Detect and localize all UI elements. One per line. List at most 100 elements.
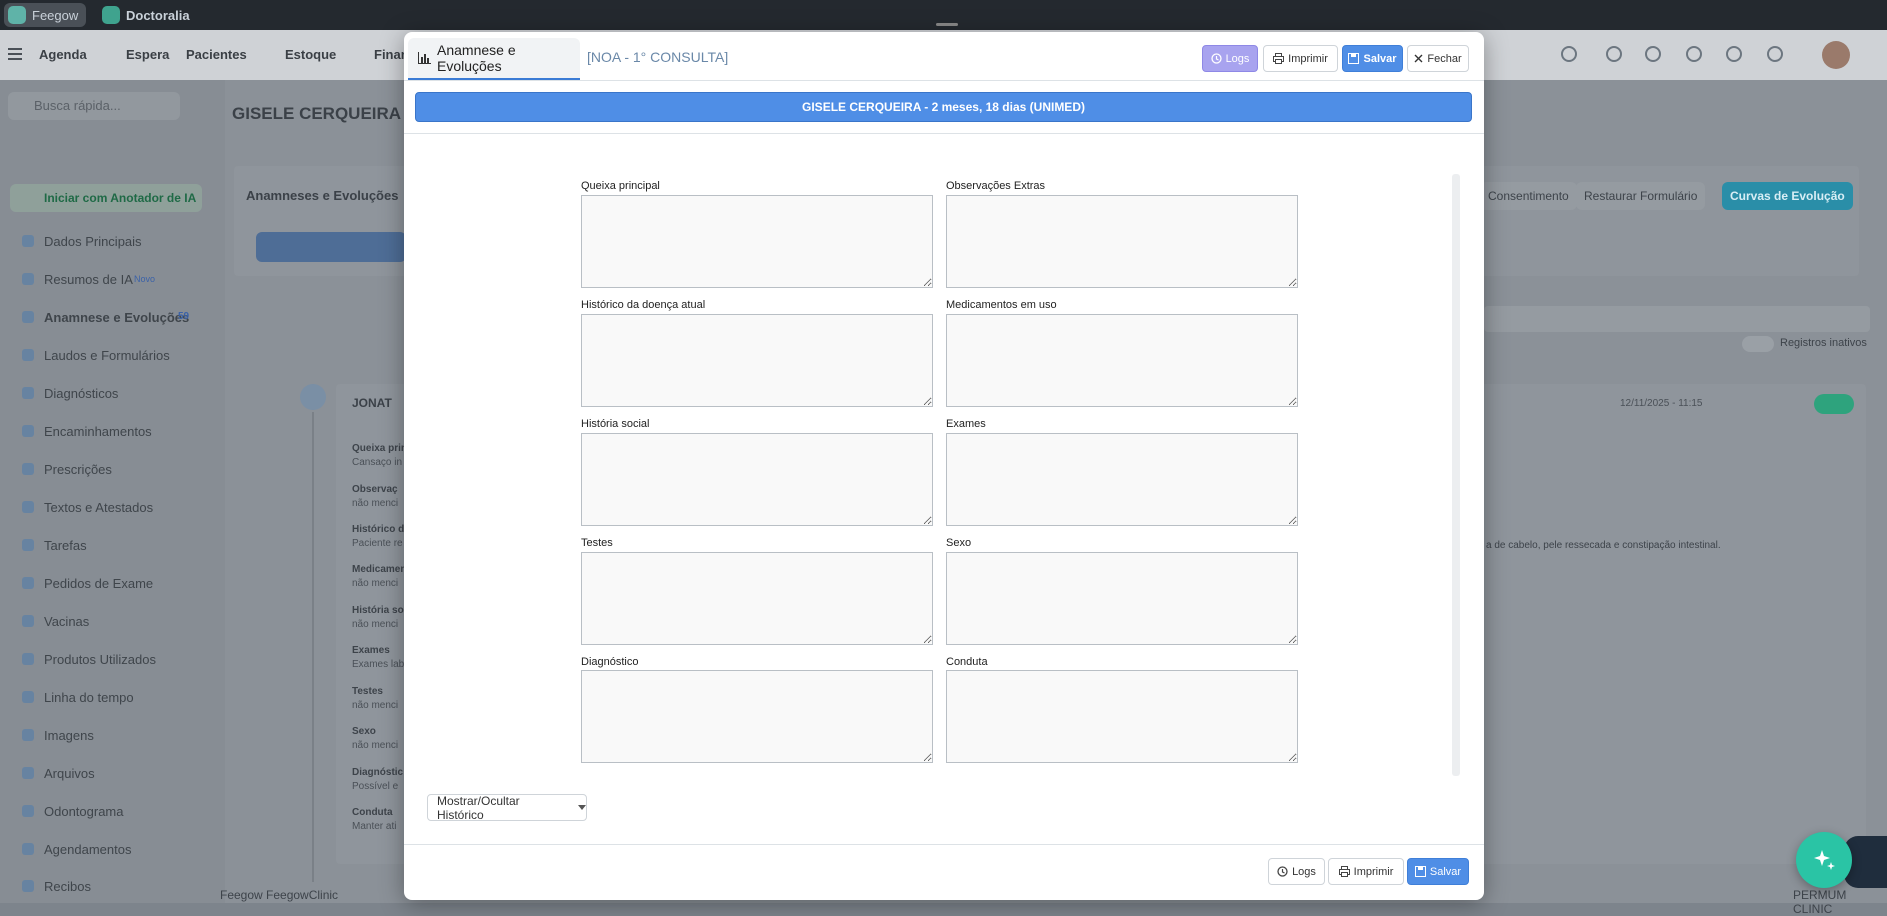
doctoralia-logo-icon	[102, 6, 120, 24]
filter-select[interactable]	[1484, 306, 1870, 332]
nav-pacientes[interactable]: Pacientes	[186, 47, 247, 62]
phone-icon[interactable]	[1561, 46, 1577, 62]
record-field-label: Diagnóstic	[352, 767, 404, 778]
user-avatar[interactable]	[1822, 41, 1850, 69]
sidebar-icon	[22, 311, 34, 323]
medicamentos-textarea[interactable]	[946, 314, 1298, 407]
bell-icon[interactable]	[1686, 46, 1702, 62]
save-button[interactable]: Salvar	[1342, 45, 1403, 72]
field-label-medicamentos: Medicamentos em uso	[946, 299, 1057, 311]
background-action-button[interactable]	[256, 232, 406, 262]
sidebar-item-encaminhamentos[interactable]: Encaminhamentos	[44, 424, 152, 439]
sidebar-item-recibos[interactable]: Recibos	[44, 879, 91, 894]
sidebar-icon	[22, 691, 34, 703]
record-field-label: Testes	[352, 686, 383, 697]
footer-save-button[interactable]: Salvar	[1407, 858, 1469, 885]
nav-estoque[interactable]: Estoque	[285, 47, 336, 62]
sidebar-item-vacinas[interactable]: Vacinas	[44, 614, 89, 629]
history-icon	[1210, 53, 1222, 64]
sidebar-item-pedidos[interactable]: Pedidos de Exame	[44, 576, 153, 591]
save-icon	[1348, 53, 1360, 64]
banner-divider	[404, 133, 1484, 134]
record-text-tail: a de cabelo, pele ressecada e constipaçã…	[1486, 540, 1721, 551]
sidebar-item-tarefas[interactable]: Tarefas	[44, 538, 87, 553]
close-icon	[1414, 54, 1423, 63]
queixa-principal-textarea[interactable]	[581, 195, 933, 288]
history-icon	[1277, 866, 1288, 877]
inactive-toggle-label: Registros inativos	[1780, 337, 1867, 349]
sidebar-icon	[22, 235, 34, 247]
consent-button[interactable]: Consentimento	[1480, 182, 1577, 210]
testes-textarea[interactable]	[581, 552, 933, 645]
record-field-value: Exames lab	[352, 659, 405, 670]
sidebar-icon	[22, 805, 34, 817]
sidebar-item-agendamentos[interactable]: Agendamentos	[44, 842, 131, 857]
observacoes-extras-textarea[interactable]	[946, 195, 1298, 288]
footer-print-button[interactable]: Imprimir	[1328, 858, 1404, 885]
sidebar-item-linha[interactable]: Linha do tempo	[44, 690, 134, 705]
evolution-curves-button[interactable]: Curvas de Evolução	[1722, 182, 1853, 210]
logs-button[interactable]: Logs	[1202, 45, 1258, 72]
timeline-line	[312, 412, 314, 882]
save-icon	[1414, 866, 1426, 877]
nav-espera[interactable]: Espera	[126, 47, 169, 62]
sidebar-item-produtos[interactable]: Produtos Utilizados	[44, 652, 156, 667]
sidebar-item-resumos[interactable]: Resumos de IA	[44, 272, 133, 287]
form-scrollbar[interactable]	[1452, 174, 1460, 776]
card-title: Anamneses e Evoluções	[246, 188, 399, 203]
sidebar-item-laudos[interactable]: Laudos e Formulários	[44, 348, 170, 363]
nav-agenda[interactable]: Agenda	[39, 47, 87, 62]
chat-icon[interactable]	[1726, 46, 1742, 62]
diagnostico-textarea[interactable]	[581, 670, 933, 763]
quick-search-input[interactable]: Busca rápida...	[8, 92, 180, 120]
sidebar-item-textos[interactable]: Textos e Atestados	[44, 500, 153, 515]
window-drag-handle[interactable]	[936, 23, 958, 26]
footer-right: PERMUM CLINIC	[1793, 888, 1847, 916]
record-field-value: Cansaço in	[352, 457, 403, 468]
close-button[interactable]: Fechar	[1407, 45, 1469, 72]
exames-textarea[interactable]	[946, 433, 1298, 526]
record-toggle[interactable]	[1814, 394, 1854, 414]
sidebar-item-arquivos[interactable]: Arquivos	[44, 766, 95, 781]
ai-assistant-fab[interactable]	[1796, 832, 1852, 888]
historico-doenca-textarea[interactable]	[581, 314, 933, 407]
sidebar-item-anamnese[interactable]: Anamnese e Evoluções	[44, 310, 189, 325]
modal-footer-divider	[404, 844, 1484, 845]
mail-icon[interactable]	[1606, 46, 1622, 62]
sexo-textarea[interactable]	[946, 552, 1298, 645]
sidebar-item-diagnosticos[interactable]: Diagnósticos	[44, 386, 118, 401]
historia-social-textarea[interactable]	[581, 433, 933, 526]
sidebar-icon	[22, 843, 34, 855]
field-label-historico: Histórico da doença atual	[581, 299, 706, 311]
sidebar-item-odontograma[interactable]: Odontograma	[44, 804, 124, 819]
print-button[interactable]: Imprimir	[1263, 45, 1338, 72]
ia-annotator-button[interactable]: Iniciar com Anotador de IA	[10, 184, 202, 212]
restore-form-button[interactable]: Restaurar Formulário	[1576, 182, 1706, 210]
record-date: 12/11/2025 - 11:15	[1620, 398, 1703, 409]
app-tab-doctoralia[interactable]: Doctoralia	[98, 3, 198, 27]
sidebar-icon	[22, 273, 34, 285]
menu-icon[interactable]	[8, 48, 22, 60]
field-label-exames: Exames	[946, 418, 986, 430]
field-label-historia-social: História social	[581, 418, 650, 430]
anamnese-modal	[404, 32, 1484, 900]
sidebar-item-dados[interactable]: Dados Principais	[44, 234, 142, 249]
sidebar-item-prescricoes[interactable]: Prescrições	[44, 462, 112, 477]
footer-logs-button[interactable]: Logs	[1268, 858, 1325, 885]
app-tab-feegow[interactable]: Feegow	[4, 3, 87, 27]
record-field-value: não menci	[352, 619, 399, 630]
sparkle-icon	[1812, 848, 1836, 872]
tab-noa-consulta[interactable]: [NOA - 1° CONSULTA]	[587, 49, 728, 65]
sidebar-icon	[22, 539, 34, 551]
inactive-toggle[interactable]	[1742, 336, 1774, 352]
grid-icon[interactable]	[1645, 46, 1661, 62]
tab-anamnese[interactable]: Anamnese e Evoluções	[408, 38, 580, 80]
toggle-history-dropdown[interactable]: Mostrar/Ocultar Histórico	[427, 794, 587, 822]
record-field-value: não menci	[352, 700, 399, 711]
record-field-value: não menci	[352, 498, 399, 509]
record-field-label: Exames	[352, 645, 390, 656]
record-field-label: Queixa prin	[352, 443, 408, 454]
sidebar-item-imagens[interactable]: Imagens	[44, 728, 94, 743]
conduta-textarea[interactable]	[946, 670, 1298, 763]
help-icon[interactable]	[1767, 46, 1783, 62]
